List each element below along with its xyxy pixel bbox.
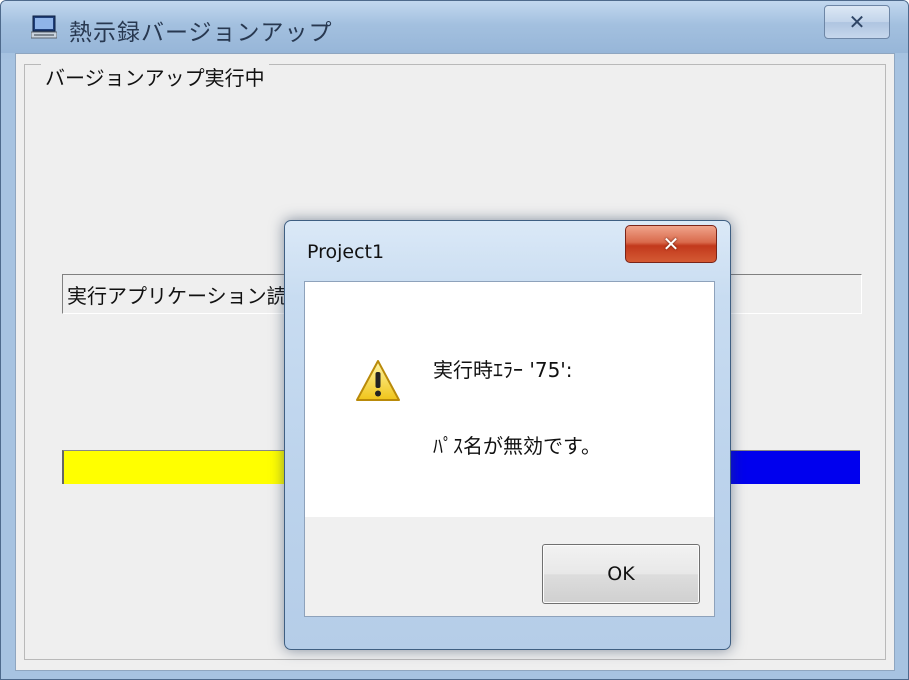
main-close-button[interactable]: ✕ xyxy=(824,5,890,39)
error-message-code: 実行時ｴﾗｰ '75': xyxy=(433,358,573,382)
error-dialog: Project1 ✕ 実行時ｴﾗｰ '75': ﾊﾟｽ名が無効です。 OK xyxy=(284,220,731,650)
ok-button[interactable]: OK xyxy=(542,544,700,604)
main-window-title: 熱示録バージョンアップ xyxy=(69,20,333,46)
dialog-body: 実行時ｴﾗｰ '75': ﾊﾟｽ名が無効です。 OK xyxy=(304,281,715,617)
warning-icon xyxy=(355,359,401,403)
computer-icon xyxy=(30,15,58,39)
dialog-title: Project1 xyxy=(307,241,385,263)
dialog-message-area: 実行時ｴﾗｰ '75': ﾊﾟｽ名が無効です。 xyxy=(305,282,714,517)
main-title-bar[interactable]: 熱示録バージョンアップ ✕ xyxy=(1,1,908,53)
error-message-text: ﾊﾟｽ名が無効です。 xyxy=(433,434,601,458)
group-frame-caption: バージョンアップ実行中 xyxy=(41,62,269,91)
close-icon: ✕ xyxy=(848,10,866,34)
close-icon: ✕ xyxy=(662,232,680,256)
status-text: 実行アプリケーション読 xyxy=(67,284,287,308)
dialog-close-button[interactable]: ✕ xyxy=(625,225,717,263)
